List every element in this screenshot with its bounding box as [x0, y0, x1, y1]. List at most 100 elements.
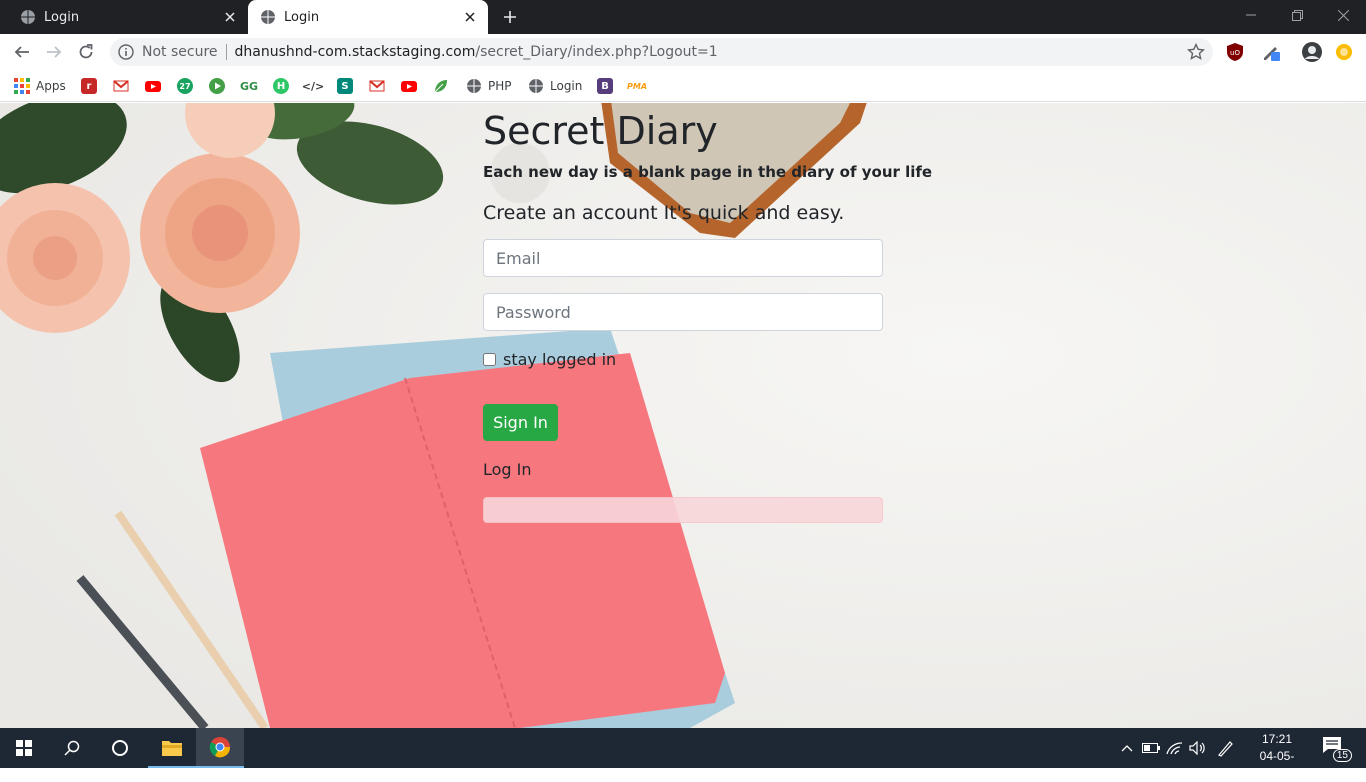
network-status[interactable]	[1165, 738, 1185, 758]
speaker-icon	[1189, 741, 1205, 755]
start-button[interactable]	[0, 728, 48, 768]
bootstrap-icon: B	[597, 78, 613, 94]
bookmark-youtube[interactable]	[145, 76, 161, 96]
back-button[interactable]	[10, 40, 34, 64]
search-icon	[64, 740, 80, 756]
bookmark-r[interactable]: r	[81, 76, 97, 96]
browser-tab-strip: Login Login	[0, 0, 1366, 34]
clock-date: 04-05-2020	[1259, 749, 1295, 780]
gmail-icon	[369, 80, 385, 92]
new-tab-button[interactable]	[498, 5, 522, 29]
svg-text:uO: uO	[1230, 49, 1240, 57]
calendar-27-icon: 27	[177, 78, 193, 94]
gmail-icon	[113, 80, 129, 92]
page-title: Secret Diary	[483, 109, 718, 153]
bookmark-label: Login	[550, 79, 583, 93]
s-bookmark-icon: S	[337, 78, 353, 94]
pen-extension-icon[interactable]	[1261, 42, 1281, 62]
bookmark-youtube-2[interactable]	[401, 76, 417, 96]
star-icon[interactable]	[1187, 43, 1205, 61]
bookmark-apps[interactable]: Apps	[14, 76, 66, 96]
apps-grid-icon	[14, 78, 30, 94]
search-button[interactable]	[48, 728, 96, 768]
security-status-label[interactable]: Not secure	[142, 44, 218, 60]
file-explorer-taskbar-button[interactable]	[148, 728, 196, 768]
stay-logged-in-checkbox[interactable]	[483, 353, 496, 366]
bookmark-s[interactable]: S	[337, 76, 353, 96]
r-bookmark-icon: r	[81, 78, 97, 94]
notification-count-badge: 15	[1332, 749, 1352, 762]
close-icon	[1337, 9, 1349, 21]
stay-logged-in-row[interactable]: stay logged in	[483, 350, 616, 369]
bookmark-php[interactable]: PHP	[466, 76, 512, 96]
bookmarks-bar: Apps r 27 GG H </> S PHP Login B PMA	[0, 70, 1366, 102]
youtube-icon	[401, 81, 417, 92]
close-tab-icon[interactable]	[462, 9, 478, 25]
divider	[225, 44, 227, 60]
folder-icon	[162, 741, 182, 756]
tab-login-inactive[interactable]: Login	[8, 0, 248, 34]
close-tab-icon[interactable]	[222, 9, 238, 25]
create-account-heading: Create an account It's quick and easy.	[483, 202, 845, 224]
log-in-link[interactable]: Log In	[483, 460, 532, 479]
bookmark-hackerrank[interactable]: H	[273, 76, 289, 96]
bookmark-phpmyadmin[interactable]: PMA	[627, 76, 648, 96]
bookmark-bootstrap[interactable]: B	[597, 76, 613, 96]
bookmark-leaf[interactable]	[433, 76, 449, 96]
sign-in-button[interactable]: Sign In	[483, 404, 558, 441]
show-hidden-icons-button[interactable]	[1117, 738, 1137, 758]
action-center-button[interactable]: 15	[1322, 736, 1352, 762]
cortana-circle-icon	[112, 740, 128, 756]
globe-icon	[467, 79, 481, 93]
bookmark-code[interactable]: </>	[301, 76, 325, 96]
background-photo	[0, 103, 1366, 728]
volume-control[interactable]	[1188, 738, 1208, 758]
tab-login-active[interactable]: Login	[248, 0, 488, 34]
pen-workspace-button[interactable]	[1216, 738, 1236, 758]
address-bar[interactable]: Not secure dhanushnd-com.stackstaging.co…	[110, 38, 1213, 66]
bookmark-gmail-2[interactable]	[369, 76, 385, 96]
info-icon[interactable]	[118, 44, 134, 60]
clock[interactable]: 17:21 04-05-2020	[1248, 731, 1306, 782]
bookmark-geeksforgeeks[interactable]: GG	[239, 76, 259, 96]
geeksforgeeks-icon: GG	[239, 79, 259, 93]
cortana-button[interactable]	[96, 728, 144, 768]
email-field[interactable]	[483, 239, 883, 277]
password-field[interactable]	[483, 293, 883, 331]
clock-time: 17:21	[1261, 732, 1293, 746]
restore-icon	[1291, 9, 1303, 21]
play-icon	[209, 78, 225, 94]
stay-logged-in-label: stay logged in	[503, 350, 617, 369]
avatar[interactable]	[1302, 42, 1322, 62]
minimize-icon	[1246, 14, 1256, 16]
bookmark-label: Apps	[36, 79, 66, 93]
tagline: Each new day is a blank page in the diar…	[483, 163, 933, 181]
bookmark-play[interactable]	[209, 76, 225, 96]
windows-logo-icon	[16, 740, 32, 756]
chrome-icon	[209, 737, 231, 758]
battery-status[interactable]	[1141, 738, 1161, 758]
youtube-icon	[145, 81, 161, 92]
chevron-up-icon	[1121, 745, 1133, 752]
bookmark-label: PHP	[488, 79, 512, 93]
arrow-left-icon	[14, 46, 29, 58]
extension-coin-icon[interactable]	[1334, 42, 1354, 62]
forward-button[interactable]	[42, 40, 66, 64]
bookmark-calendar[interactable]: 27	[177, 76, 193, 96]
tab-title: Login	[284, 9, 320, 25]
chrome-taskbar-button[interactable]	[196, 728, 244, 768]
phpmyadmin-icon: PMA	[627, 81, 648, 91]
bookmark-login[interactable]: Login	[528, 76, 582, 96]
globe-icon	[261, 10, 275, 24]
minimize-button[interactable]	[1228, 0, 1274, 30]
hackerrank-icon: H	[273, 78, 289, 94]
windows-taskbar: 17:21 04-05-2020 15	[0, 728, 1366, 780]
wifi-icon	[1166, 742, 1183, 755]
ublock-origin-icon[interactable]: uO	[1225, 42, 1245, 62]
bookmark-gmail[interactable]	[113, 76, 129, 96]
restore-button[interactable]	[1274, 0, 1320, 30]
window-close-button[interactable]	[1320, 0, 1366, 30]
reload-button[interactable]	[74, 40, 98, 64]
code-icon: </>	[301, 79, 325, 93]
pen-icon	[1218, 741, 1233, 757]
